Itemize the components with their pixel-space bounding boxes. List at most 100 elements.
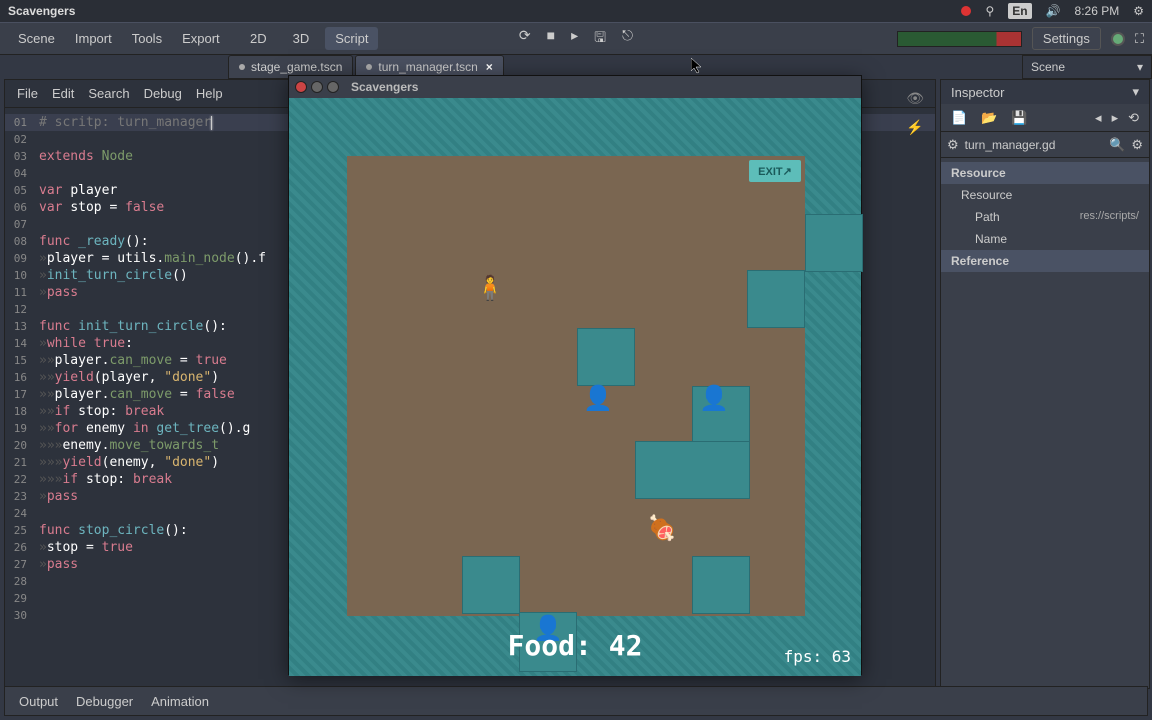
code-line[interactable]: func _ready():	[33, 233, 149, 250]
code-line[interactable]	[33, 607, 39, 624]
record-indicator-icon	[961, 6, 971, 16]
window-title: Scavengers	[8, 4, 75, 18]
play-scene-icon[interactable]: ▸	[571, 27, 578, 51]
new-icon[interactable]: 📄	[951, 110, 967, 126]
maximize-icon[interactable]	[327, 81, 339, 93]
code-line[interactable]: »»player.can_move = false	[33, 386, 235, 403]
perf-indicator	[897, 31, 1022, 47]
code-line[interactable]: var stop = false	[33, 199, 164, 216]
code-line[interactable]: »»»if stop: break	[33, 471, 172, 488]
visibility-icon[interactable]: 👁	[906, 90, 924, 107]
tab-label: turn_manager.tscn	[378, 60, 477, 74]
back-icon[interactable]: ◂	[1095, 110, 1102, 126]
code-line[interactable]: extends Node	[33, 148, 133, 165]
fps-label: fps: 63	[784, 647, 851, 666]
chevron-down-icon: ▾	[1137, 60, 1143, 74]
wifi-icon[interactable]: ⚲	[985, 4, 994, 18]
code-line[interactable]: »»player.can_move = true	[33, 352, 227, 369]
save-icon[interactable]: 💾	[1011, 110, 1027, 126]
game-sprite: 🧍	[475, 274, 505, 303]
menu-scene[interactable]: Scene	[8, 27, 65, 50]
code-line[interactable]: »pass	[33, 488, 78, 505]
save-icon[interactable]: 🖫	[594, 27, 606, 51]
prop-value: res://scripts/	[1080, 210, 1139, 224]
menu-export[interactable]: Export	[172, 27, 230, 50]
inspector-property[interactable]: Resource	[941, 162, 1149, 184]
inspector-title: Inspector	[951, 85, 1004, 100]
game-viewport[interactable]: 🧍👤👤🍖👤 EXIT↗ Food: 42 fps: 63	[289, 98, 861, 676]
settings-icon[interactable]: ⚙	[1131, 137, 1143, 153]
open-icon[interactable]: 📂	[981, 110, 997, 126]
code-line[interactable]: # scritp: turn_manager	[33, 114, 212, 131]
code-line[interactable]	[33, 165, 39, 182]
power-icon[interactable]: ⚙	[1133, 4, 1144, 18]
close-icon[interactable]	[295, 81, 307, 93]
search-icon[interactable]: 🔍	[1109, 137, 1125, 153]
dirty-dot-icon	[239, 64, 245, 70]
prop-label: Resource	[951, 166, 1006, 180]
inspector-property[interactable]: Reference	[941, 250, 1149, 272]
play-icon[interactable]: ⟳	[519, 27, 531, 51]
game-tile	[462, 556, 520, 614]
game-tile	[635, 441, 750, 499]
bottom-tab-debugger[interactable]: Debugger	[76, 694, 133, 709]
code-line[interactable]: »player = utils.main_node().f	[33, 250, 266, 267]
code-line[interactable]: »stop = true	[33, 539, 133, 556]
minimize-icon[interactable]	[311, 81, 323, 93]
inspector-property[interactable]: Resource	[941, 184, 1149, 206]
editor-menu-file[interactable]: File	[17, 86, 38, 101]
game-window[interactable]: Scavengers 🧍👤👤🍖👤 EXIT↗ Food: 42 fps: 63	[288, 75, 862, 675]
code-line[interactable]	[33, 573, 39, 590]
bottom-tab-animation[interactable]: Animation	[151, 694, 209, 709]
prop-label: Name	[975, 232, 1007, 246]
viewmode-script[interactable]: Script	[325, 27, 378, 50]
volume-icon[interactable]: 🔊	[1046, 4, 1061, 18]
clock: 8:26 PM	[1075, 4, 1120, 18]
fullscreen-icon[interactable]: ⛶	[1135, 31, 1144, 47]
code-line[interactable]: »»if stop: break	[33, 403, 164, 420]
code-line[interactable]: »pass	[33, 556, 78, 573]
code-line[interactable]: func init_turn_circle():	[33, 318, 227, 335]
inspector-property[interactable]: Pathres://scripts/	[941, 206, 1149, 228]
viewmode-2d[interactable]: 2D	[240, 27, 277, 50]
code-line[interactable]: »»»enemy.move_towards_t	[33, 437, 219, 454]
code-line[interactable]: »»for enemy in get_tree().g	[33, 420, 250, 437]
bottom-tab-output[interactable]: Output	[19, 694, 58, 709]
game-tile	[805, 214, 863, 272]
history-icon[interactable]: ⟲	[1128, 110, 1139, 126]
code-line[interactable]	[33, 301, 39, 318]
language-indicator[interactable]: En	[1008, 3, 1031, 19]
forward-icon[interactable]: ▸	[1112, 110, 1119, 126]
game-tile	[747, 270, 805, 328]
stop-icon[interactable]: ■	[547, 27, 555, 51]
close-icon[interactable]: ×	[486, 60, 493, 74]
code-line[interactable]: »»yield(player, "done")	[33, 369, 219, 386]
editor-menu-edit[interactable]: Edit	[52, 86, 74, 101]
code-line[interactable]: »»»yield(enemy, "done")	[33, 454, 219, 471]
editor-menu-search[interactable]: Search	[88, 86, 129, 101]
inspector-property[interactable]: Name	[941, 228, 1149, 250]
editor-menu-help[interactable]: Help	[196, 86, 223, 101]
code-line[interactable]: »pass	[33, 284, 78, 301]
menu-import[interactable]: Import	[65, 27, 122, 50]
menu-tools[interactable]: Tools	[122, 27, 172, 50]
editor-menu-debug[interactable]: Debug	[144, 86, 182, 101]
game-tile	[692, 556, 750, 614]
prop-label: Resource	[961, 188, 1012, 202]
remote-icon[interactable]: ⎋	[622, 27, 633, 51]
chevron-down-icon[interactable]: ▾	[1132, 84, 1139, 100]
settings-button[interactable]: Settings	[1032, 27, 1101, 50]
bolt-icon[interactable]: ⚡	[906, 119, 923, 136]
scene-dropdown[interactable]: Scene ▾	[1022, 55, 1152, 79]
code-line[interactable]	[33, 590, 39, 607]
code-line[interactable]	[33, 505, 39, 522]
code-line[interactable]	[33, 131, 39, 148]
food-label: Food: 42	[508, 629, 643, 662]
code-line[interactable]: func stop_circle():	[33, 522, 188, 539]
game-tile	[577, 328, 635, 386]
code-line[interactable]: »while true:	[33, 335, 133, 352]
code-line[interactable]	[33, 216, 39, 233]
code-line[interactable]: »init_turn_circle()	[33, 267, 188, 284]
code-line[interactable]: var player	[33, 182, 117, 199]
viewmode-3d[interactable]: 3D	[283, 27, 320, 50]
